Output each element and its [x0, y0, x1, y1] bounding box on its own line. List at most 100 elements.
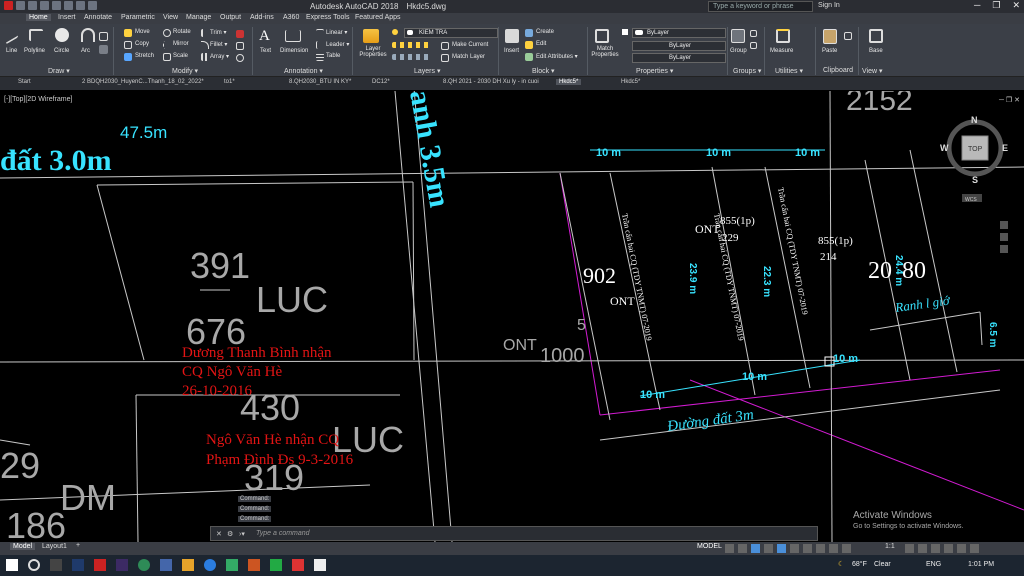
tab-a360[interactable]: A360: [283, 14, 299, 21]
tab-add-ins[interactable]: Add-ins: [250, 14, 274, 21]
language-indicator[interactable]: ENG: [926, 561, 941, 568]
otrack-icon[interactable]: [790, 544, 799, 553]
offset-icon[interactable]: [236, 54, 244, 62]
line-button[interactable]: Line: [6, 48, 17, 54]
modify-panel-label[interactable]: Modify ▾: [172, 67, 198, 75]
view-panel-label[interactable]: View ▾: [862, 67, 883, 75]
model-tab[interactable]: Model: [10, 543, 36, 550]
new-icon[interactable]: [16, 1, 25, 10]
block-panel-label[interactable]: Block ▾: [532, 67, 555, 75]
zalo-icon[interactable]: [226, 559, 238, 571]
viewcube[interactable]: TOP N S E W WCS: [940, 115, 1008, 203]
photoshop-icon[interactable]: [72, 559, 84, 571]
powerpoint-icon[interactable]: [248, 559, 260, 571]
copy-button[interactable]: Copy: [135, 41, 149, 47]
match-properties-button[interactable]: Match Properties: [590, 46, 620, 58]
drawing-area[interactable]: đất 3.0m anh 3.5m 10 m 10 m 10 m 10 m 10…: [0, 91, 1024, 542]
file-tab[interactable]: 2 BDQH2030_HuyenC...Thanh_18_02_2022*: [82, 79, 204, 85]
drawing-canvas[interactable]: đất 3.0m anh 3.5m 10 m 10 m 10 m 10 m 10…: [0, 91, 1024, 542]
dimension-button[interactable]: Dimension: [280, 48, 308, 54]
maximize-icon[interactable]: ❐: [992, 0, 1000, 11]
paste-icon[interactable]: [823, 29, 837, 44]
viewport-controls[interactable]: [-][Top][2D Wireframe]: [4, 96, 72, 103]
coccoc-icon[interactable]: [138, 559, 150, 571]
grid-icon[interactable]: [725, 544, 734, 553]
match-properties-icon[interactable]: [595, 29, 609, 43]
groups-panel-label[interactable]: Groups ▾: [733, 67, 761, 75]
search-icon[interactable]: [28, 559, 40, 571]
task-view-icon[interactable]: [50, 559, 62, 571]
make-current-button[interactable]: Make Current: [452, 42, 488, 48]
folder-icon[interactable]: [182, 559, 194, 571]
excel-icon[interactable]: [270, 559, 282, 571]
polyline-button[interactable]: Polyline: [24, 48, 45, 54]
model-space-toggle[interactable]: MODEL: [697, 543, 722, 550]
tab-home[interactable]: Home: [26, 14, 51, 21]
close-command-icon[interactable]: ✕: [216, 530, 222, 538]
file-tab[interactable]: Hkdc5*: [621, 79, 640, 85]
transparency-icon[interactable]: [816, 544, 825, 553]
base-button[interactable]: Base: [869, 48, 883, 54]
insert-button[interactable]: Insert: [504, 48, 519, 54]
annotation-scale[interactable]: 1:1: [885, 543, 895, 550]
color-dropdown[interactable]: ByLayer: [632, 28, 726, 38]
text-icon[interactable]: A: [259, 28, 273, 44]
move-button[interactable]: Move: [135, 29, 150, 35]
copy-clip-icon[interactable]: [844, 32, 852, 40]
arc-button[interactable]: Arc: [81, 48, 90, 54]
premiere-icon[interactable]: [116, 559, 128, 571]
layers-panel-label[interactable]: Layers ▾: [414, 67, 440, 75]
erase-icon[interactable]: [236, 30, 244, 38]
layer-properties-button[interactable]: Layer Properties: [358, 46, 388, 58]
redo-icon[interactable]: [88, 1, 97, 10]
file-tab-active[interactable]: Hkdc5*: [556, 79, 582, 85]
tab-annotate[interactable]: Annotate: [84, 14, 112, 21]
tab-manage[interactable]: Manage: [186, 14, 211, 21]
chrome-icon[interactable]: [314, 559, 326, 571]
circle-button[interactable]: Circle: [54, 48, 69, 54]
dimension-icon[interactable]: [285, 30, 301, 42]
snap-icon[interactable]: [738, 544, 747, 553]
sign-in-link[interactable]: Sign In: [818, 2, 840, 9]
file-tab-start[interactable]: Start: [18, 79, 31, 85]
table-button[interactable]: Table: [326, 53, 340, 59]
word-icon[interactable]: [160, 559, 172, 571]
insert-icon[interactable]: [505, 29, 519, 43]
selection-cycling-icon[interactable]: [829, 544, 838, 553]
close-icon[interactable]: ✕: [1012, 0, 1020, 11]
undo-icon[interactable]: [76, 1, 85, 10]
group-icon[interactable]: [731, 29, 745, 43]
linetype-dropdown[interactable]: ByLayer: [632, 53, 726, 63]
layer-state-icon[interactable]: [392, 54, 432, 60]
hatch-icon[interactable]: [99, 45, 108, 54]
ungroup-icon[interactable]: [750, 30, 757, 37]
file-tab[interactable]: 8.QH2030_BTU IN KY*: [289, 79, 351, 85]
base-icon[interactable]: [869, 29, 883, 43]
tab-output[interactable]: Output: [220, 14, 241, 21]
utilities-panel-label[interactable]: Utilities ▾: [775, 67, 803, 75]
layout-tab[interactable]: Layout1: [42, 543, 67, 550]
edit-attributes-button[interactable]: Edit Attributes ▾: [536, 53, 578, 60]
tab-express-tools[interactable]: Express Tools: [306, 14, 349, 21]
tab-parametric[interactable]: Parametric: [121, 14, 155, 21]
measure-button[interactable]: Measure: [770, 48, 793, 54]
leader-button[interactable]: Leader ▾: [326, 41, 349, 48]
arc-icon[interactable]: [81, 28, 95, 42]
file-tab[interactable]: 8.QH 2021 - 2030 DH Xu ly - in cuoi: [443, 79, 539, 85]
command-history-icon[interactable]: ›▾: [239, 530, 245, 538]
edge-icon[interactable]: [204, 559, 216, 571]
fillet-button[interactable]: Fillet ▾: [210, 41, 227, 48]
create-block-button[interactable]: Create: [536, 29, 554, 35]
tab-view[interactable]: View: [163, 14, 178, 21]
layer-properties-icon[interactable]: [363, 29, 379, 43]
plot-icon[interactable]: [64, 1, 73, 10]
autocad-icon[interactable]: [94, 559, 106, 571]
command-input[interactable]: Type a command: [256, 530, 310, 537]
open-icon[interactable]: [28, 1, 37, 10]
line-icon[interactable]: [6, 25, 18, 45]
tab-featured-apps[interactable]: Featured Apps: [355, 14, 401, 21]
array-button[interactable]: Array ▾: [210, 53, 229, 60]
file-tab[interactable]: DC12*: [372, 79, 390, 85]
save-icon[interactable]: [40, 1, 49, 10]
explode-icon[interactable]: [236, 42, 244, 50]
